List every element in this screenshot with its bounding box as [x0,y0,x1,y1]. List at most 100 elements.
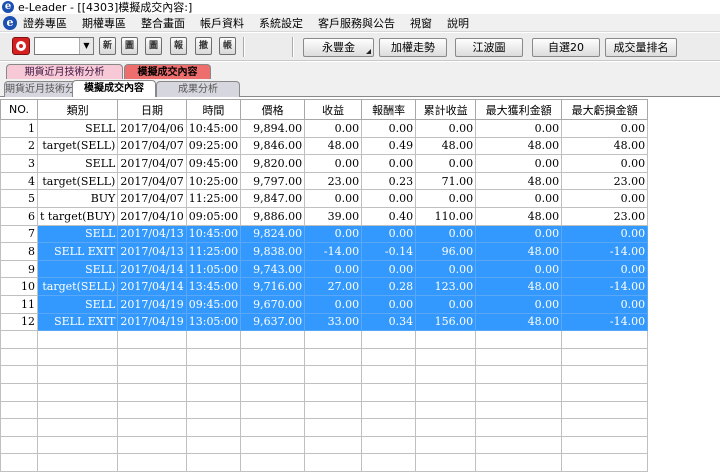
cancel-order-icon[interactable]: 撤 [195,37,212,55]
table-row[interactable]: 6t target(BUY) 2017/04/10 09:05:00 9,886.00… [0,206,649,226]
row-no-cell[interactable]: 9 [0,259,38,279]
menu-window[interactable]: 視窗 [410,15,432,31]
col-price-header[interactable]: 價格 [240,99,306,120]
empty-cell[interactable] [0,400,38,420]
menu-account[interactable]: 帳戶資料 [200,15,244,31]
table-row[interactable]: 2 target(SELL) 2017/04/07 09:25:00 9,846.00 4… [0,136,649,156]
subtab-results-analysis[interactable]: 成果分析 [156,81,240,97]
row-max-profit-cell[interactable]: 48.00 [475,206,563,226]
broker-button[interactable]: 永豐金 [303,38,374,57]
row-return-cell[interactable]: 0.49 [361,136,417,156]
empty-cell[interactable] [415,365,477,384]
row-time-cell[interactable]: 09:45:00 [185,294,242,314]
quote-icon[interactable]: 報 [170,37,187,55]
table-row[interactable]: 7 SELL 2017/04/13 10:45:00 9,824.00 0.00 0.00 0… [0,224,649,244]
row-type-cell[interactable]: SELL [36,259,119,279]
row-price-cell[interactable]: 9,637.00 [240,312,306,332]
empty-cell[interactable] [561,347,649,367]
empty-cell[interactable] [36,435,119,455]
row-time-cell[interactable]: 11:25:00 [185,242,242,261]
table-row[interactable]: 5 BUY 2017/04/07 11:25:00 9,847.00 0.00 0.00 0.… [0,189,649,208]
empty-cell[interactable] [117,382,187,402]
row-price-cell[interactable]: 9,838.00 [240,242,306,261]
table-row-empty[interactable] [0,365,649,384]
row-max-loss-cell[interactable]: 0.00 [561,259,649,279]
row-max-loss-cell[interactable]: -14.00 [561,242,649,261]
row-price-cell[interactable]: 9,824.00 [240,224,306,244]
empty-cell[interactable] [185,330,242,349]
row-type-cell[interactable]: target(SELL) [36,277,119,296]
row-max-loss-cell[interactable]: 0.00 [561,154,649,173]
row-date-cell[interactable]: 2017/04/19 [117,294,187,314]
empty-cell[interactable] [304,418,363,437]
row-max-profit-cell[interactable]: 48.00 [475,312,563,332]
table-row[interactable]: 1 SELL 2017/04/06 10:45:00 9,894.00 0.00 0.00 0… [0,119,649,138]
empty-cell[interactable] [240,382,306,402]
empty-cell[interactable] [0,382,38,402]
empty-cell[interactable] [361,453,417,472]
row-date-cell[interactable]: 2017/04/07 [117,189,187,208]
row-profit-cell[interactable]: 23.00 [304,171,363,191]
row-return-cell[interactable]: -0.14 [361,242,417,261]
tab-futures-technical[interactable]: 期貨近月技術分析 [6,64,123,80]
empty-cell[interactable] [117,400,187,420]
col-return-header[interactable]: 報酬率 [361,99,417,120]
row-price-cell[interactable]: 9,820.00 [240,154,306,173]
row-max-profit-cell[interactable]: 0.00 [475,119,563,138]
table-row[interactable]: 11 SELL 2017/04/19 09:45:00 9,670.00 0.00 0.00… [0,294,649,314]
empty-cell[interactable] [561,400,649,420]
table-row-empty[interactable] [0,400,649,420]
symbol-combo[interactable]: ▼ [34,37,94,55]
row-no-cell[interactable]: 5 [0,189,38,208]
empty-cell[interactable] [475,347,563,367]
empty-cell[interactable] [304,382,363,402]
empty-cell[interactable] [561,418,649,437]
empty-cell[interactable] [415,400,477,420]
row-time-cell[interactable]: 11:05:00 [185,259,242,279]
row-no-cell[interactable]: 7 [0,224,38,244]
empty-cell[interactable] [361,418,417,437]
empty-cell[interactable] [304,453,363,472]
tab-simulated-trades[interactable]: 模擬成交內容 [124,64,211,80]
row-return-cell[interactable]: 0.00 [361,119,417,138]
row-max-profit-cell[interactable]: 48.00 [475,136,563,156]
row-return-cell[interactable]: 0.00 [361,294,417,314]
empty-cell[interactable] [0,347,38,367]
table-row-empty[interactable] [0,347,649,367]
empty-cell[interactable] [361,435,417,455]
account-icon[interactable]: 帳 [219,37,236,55]
row-date-cell[interactable]: 2017/04/14 [117,259,187,279]
stop-icon[interactable] [12,37,30,55]
table-row[interactable]: 8 SELL EXIT 2017/04/13 11:25:00 9,838.00 -14.… [0,242,649,261]
row-price-cell[interactable]: 9,670.00 [240,294,306,314]
row-type-cell[interactable]: SELL EXIT [36,312,119,332]
menu-futures-options[interactable]: 期權專區 [82,15,126,31]
row-price-cell[interactable]: 9,847.00 [240,189,306,208]
empty-cell[interactable] [0,418,38,437]
empty-cell[interactable] [475,382,563,402]
watchlist-button[interactable]: 自選20 [532,38,600,57]
empty-cell[interactable] [36,365,119,384]
row-no-cell[interactable]: 4 [0,171,38,191]
row-max-profit-cell[interactable]: 48.00 [475,242,563,261]
col-type-header[interactable]: 類別 [36,99,119,120]
table-row-empty[interactable] [0,435,649,455]
row-profit-cell[interactable]: 0.00 [304,119,363,138]
empty-cell[interactable] [185,347,242,367]
table-row[interactable]: 9 SELL 2017/04/14 11:05:00 9,743.00 0.00 0.00 0… [0,259,649,279]
col-date-header[interactable]: 日期 [117,99,187,120]
menu-integrated-screen[interactable]: 整合畫面 [141,15,185,31]
row-date-cell[interactable]: 2017/04/07 [117,136,187,156]
row-cumulative-cell[interactable]: 0.00 [415,154,477,173]
row-cumulative-cell[interactable]: 0.00 [415,224,477,244]
empty-cell[interactable] [304,400,363,420]
row-return-cell[interactable]: 0.34 [361,312,417,332]
empty-cell[interactable] [185,435,242,455]
row-profit-cell[interactable]: -14.00 [304,242,363,261]
row-type-cell[interactable]: SELL [36,119,119,138]
empty-cell[interactable] [117,347,187,367]
empty-cell[interactable] [117,453,187,472]
empty-cell[interactable] [240,365,306,384]
empty-cell[interactable] [475,435,563,455]
row-no-cell[interactable]: 1 [0,119,38,138]
